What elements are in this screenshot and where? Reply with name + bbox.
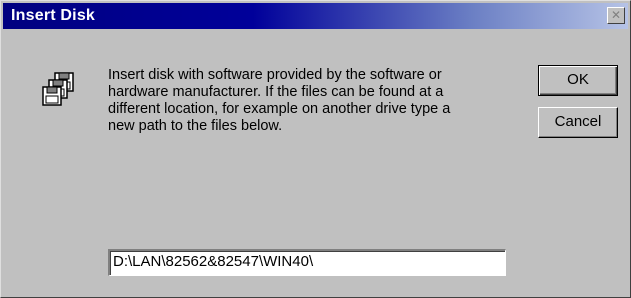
close-icon: ✕	[610, 8, 622, 22]
insert-disk-dialog: Insert Disk ✕ Insert disk with software …	[0, 0, 631, 298]
close-button[interactable]: ✕	[607, 7, 625, 24]
ok-button[interactable]: OK	[538, 65, 618, 96]
path-input[interactable]: D:\LAN\82562&82547\WIN40\	[108, 249, 506, 276]
floppy-disks-icon	[42, 72, 74, 106]
instruction-text: Insert disk with software provided by th…	[108, 67, 451, 134]
window-title: Insert Disk	[11, 7, 96, 24]
title-bar[interactable]: Insert Disk ✕	[3, 3, 628, 29]
cancel-button[interactable]: Cancel	[538, 107, 618, 138]
